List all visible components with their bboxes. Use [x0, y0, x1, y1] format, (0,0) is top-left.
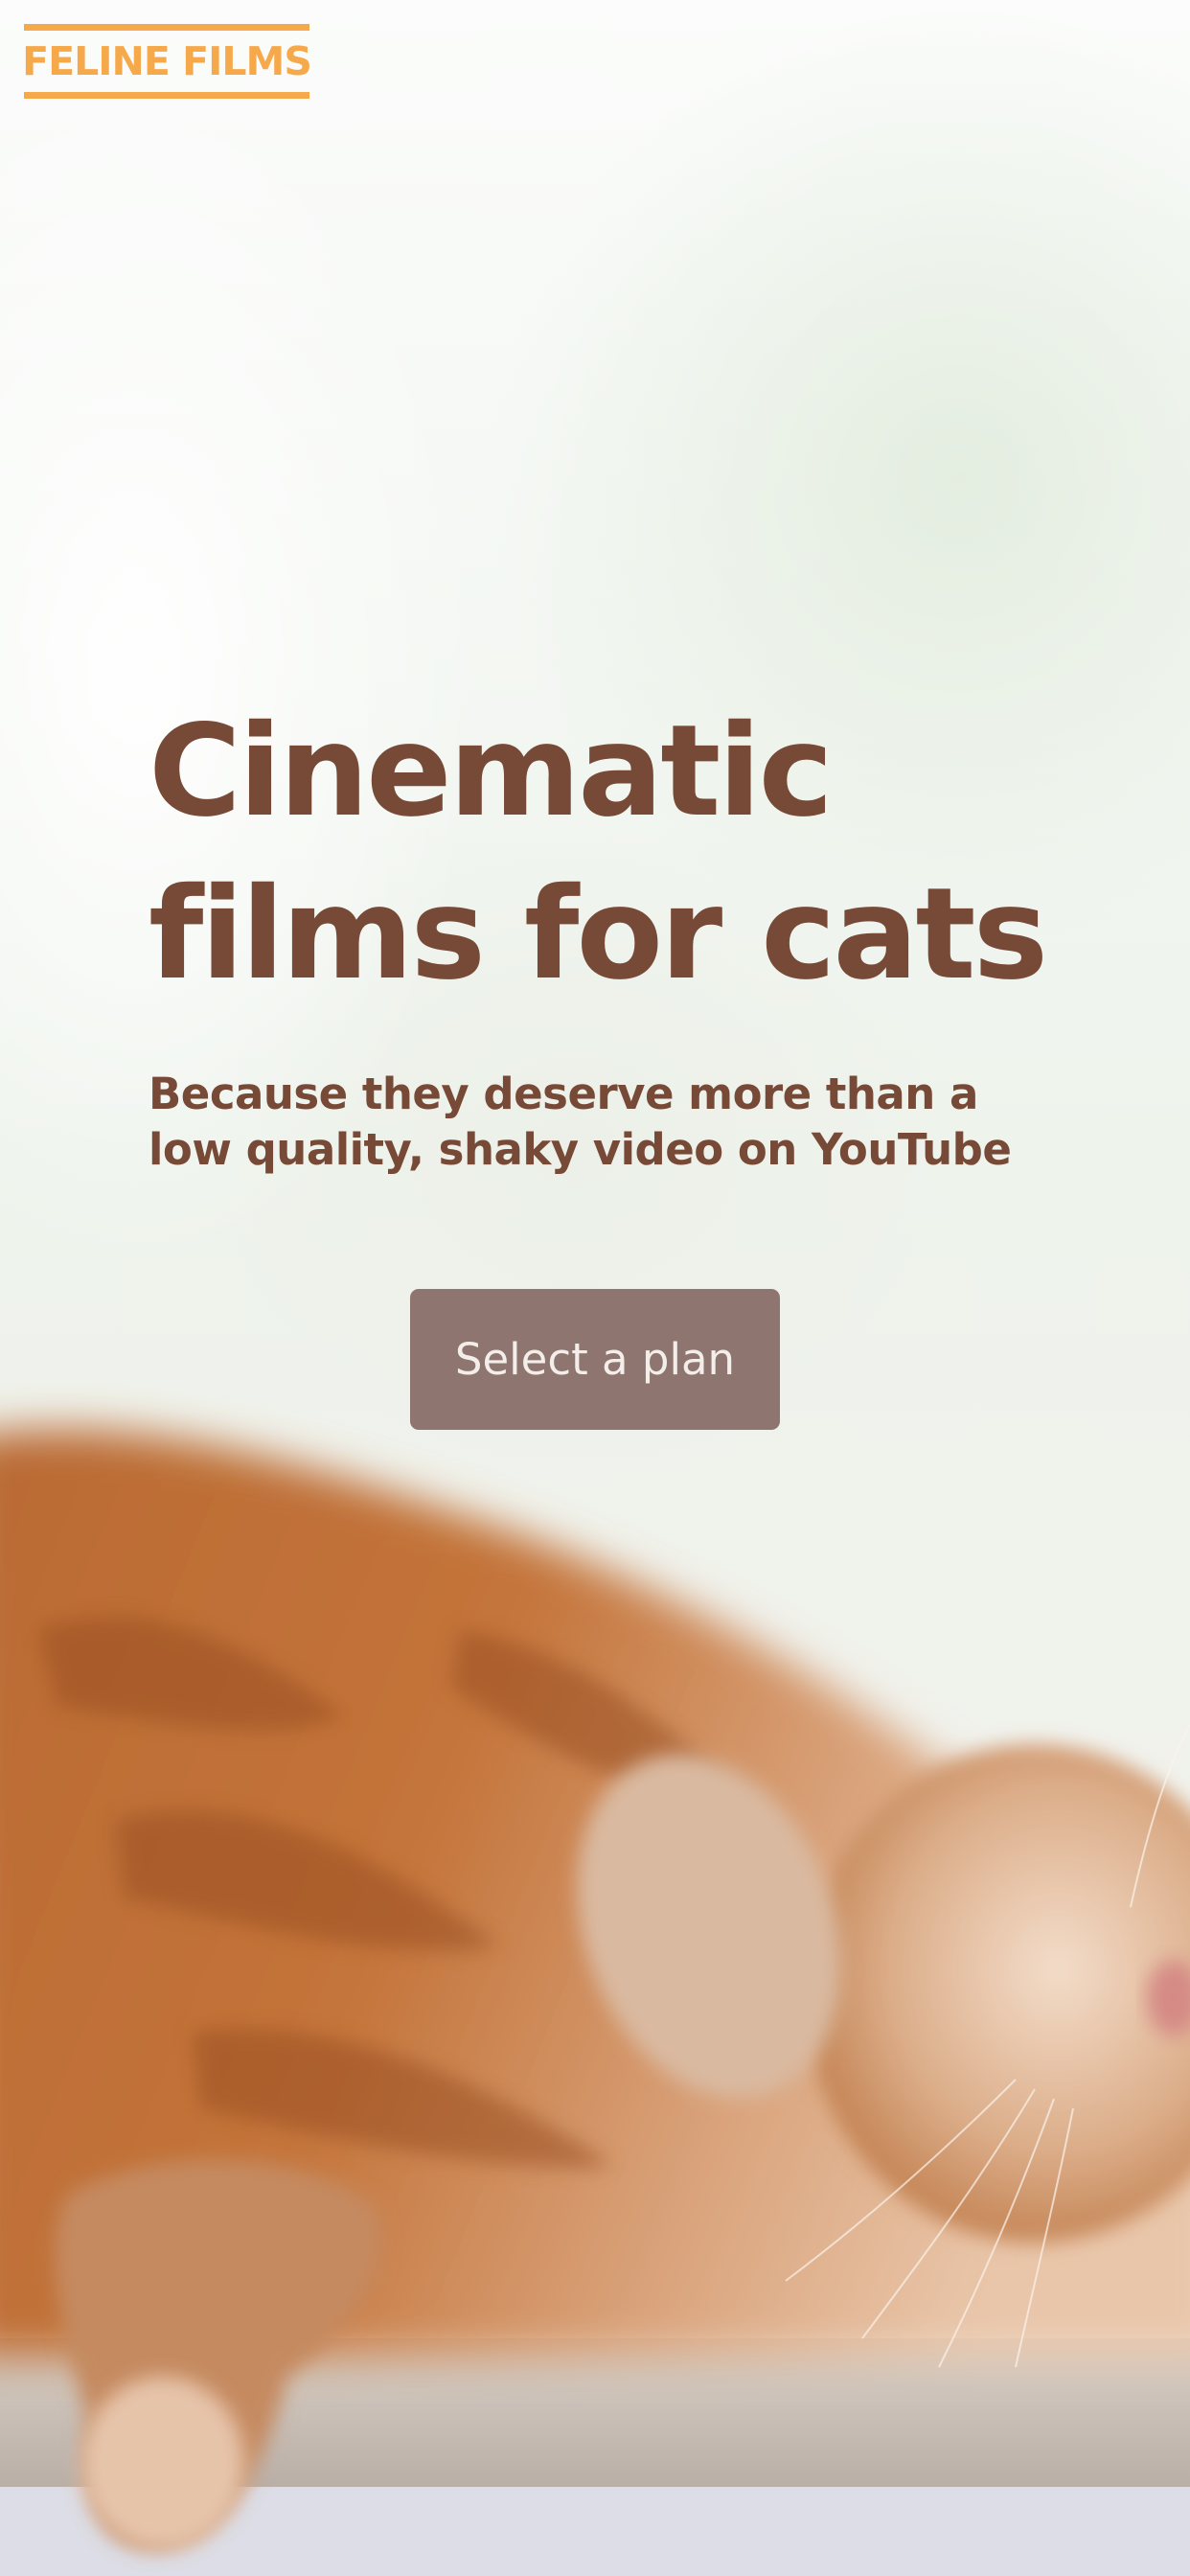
brand-logo[interactable]: FELINE FILMS [22, 24, 312, 99]
select-plan-button[interactable]: Select a plan [410, 1289, 780, 1430]
hero-title: Cinematic films for cats [149, 698, 1048, 1008]
cat-photo [0, 1429, 1190, 2576]
brand-logo-text: FELINE FILMS [22, 38, 312, 84]
hero-subtitle: Because they deserve more than a low qua… [149, 1069, 1012, 1175]
landing-page: FELINE FILMS Cinematic films for cats Be… [0, 0, 1190, 2576]
